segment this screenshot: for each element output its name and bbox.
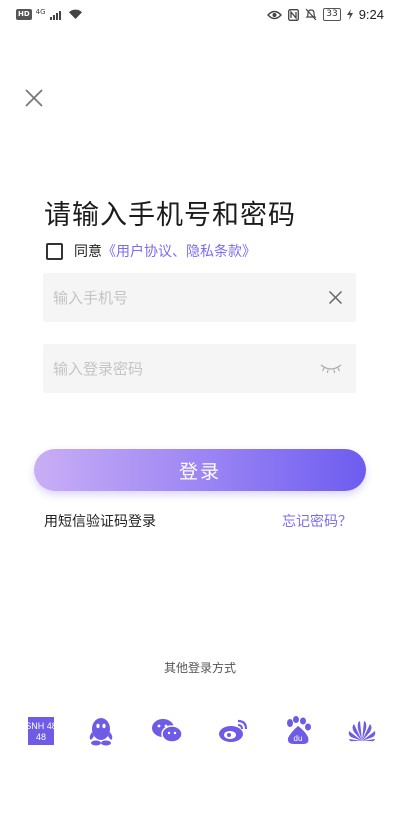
wifi-icon — [68, 9, 82, 19]
baidu-login-button[interactable]: du — [282, 714, 314, 748]
close-icon — [328, 290, 343, 305]
close-button[interactable] — [22, 86, 46, 110]
agreement-prefix: 同意 — [74, 244, 102, 260]
weibo-login-button[interactable] — [217, 714, 249, 748]
nfc-icon — [288, 8, 300, 21]
agreement-row: 同意 《用户协议、隐私条款》 — [46, 240, 256, 262]
phone-field — [43, 273, 356, 322]
qq-login-button[interactable] — [85, 714, 117, 748]
snh48-text: SNH 48 — [28, 721, 54, 731]
other-login-label: 其他登录方式 — [163, 661, 236, 675]
qq-icon — [89, 718, 113, 746]
charging-icon — [346, 9, 353, 20]
password-input[interactable] — [53, 344, 313, 393]
close-icon — [25, 89, 43, 107]
mute-icon — [305, 8, 317, 21]
agreement-link[interactable]: 《用户协议、隐私条款》 — [102, 241, 256, 261]
status-right: 33 9:24 — [267, 7, 384, 22]
forgot-password-link[interactable]: 忘记密码？ — [282, 511, 352, 531]
network-type-label: 4G — [35, 7, 46, 16]
page-title: 请输入手机号和密码 — [44, 200, 296, 230]
toggle-password-visibility-button[interactable] — [320, 361, 342, 375]
hd-badge: HD — [16, 9, 32, 20]
social-login-row: SNH 48 48 — [0, 714, 400, 748]
wechat-login-button[interactable] — [151, 714, 183, 748]
status-left: HD 4G — [16, 7, 83, 20]
snh48-icon: SNH 48 48 — [28, 717, 54, 745]
status-bar: HD 4G 33 9:24 — [0, 0, 400, 32]
battery-indicator: 33 — [323, 8, 341, 21]
eye-icon — [267, 10, 283, 19]
svg-text:48: 48 — [36, 732, 46, 742]
weibo-icon — [219, 719, 248, 742]
baidu-text: du — [294, 734, 303, 743]
login-button[interactable]: 登录 — [34, 449, 366, 491]
wechat-icon — [152, 719, 183, 743]
sms-login-link[interactable]: 用短信验证码登录 — [44, 511, 156, 531]
phone-input[interactable] — [53, 273, 313, 322]
huawei-login-button[interactable] — [346, 714, 378, 748]
snh48-login-button[interactable]: SNH 48 48 — [25, 714, 57, 748]
baidu-icon: du — [287, 716, 311, 744]
status-time: 9:24 — [358, 7, 384, 22]
signal-icon — [49, 11, 61, 20]
clear-phone-button[interactable] — [328, 290, 343, 305]
huawei-icon — [348, 721, 376, 742]
agreement-checkbox[interactable] — [46, 242, 63, 260]
eye-closed-icon — [320, 364, 342, 374]
password-field — [43, 344, 356, 393]
